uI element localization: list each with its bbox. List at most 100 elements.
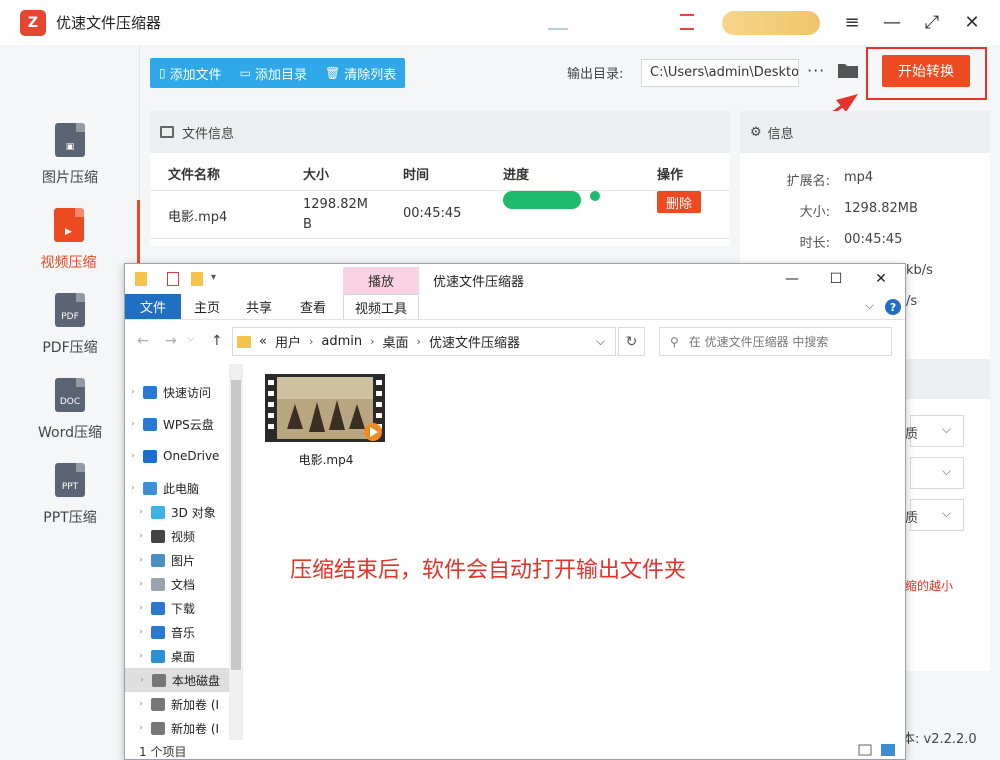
expand-chevron-icon[interactable]: › <box>135 507 147 517</box>
minimize-icon[interactable]: — <box>777 268 807 290</box>
table-row[interactable]: 电影.mp4 1298.82M B 00:45:45 删除 <box>150 191 730 239</box>
sidebar-item-word[interactable]: DOC Word压缩 <box>0 370 140 450</box>
expand-chevron-icon[interactable]: › <box>135 579 147 589</box>
expand-chevron-icon[interactable]: › <box>136 675 148 685</box>
new-folder-icon[interactable] <box>191 272 203 286</box>
chevron-down-icon[interactable]: ⌵ <box>865 298 874 313</box>
resolution-select[interactable]: 质 ⌵ <box>905 499 964 531</box>
expand-chevron-icon[interactable]: › <box>135 555 147 565</box>
info-key: 时长: <box>799 236 830 251</box>
quality-select[interactable]: 质 ⌵ <box>905 415 964 447</box>
expand-chevron-icon[interactable]: › <box>135 603 147 613</box>
maximize-icon[interactable]: ☐ <box>821 268 851 290</box>
refresh-icon[interactable]: ↻ <box>618 327 645 356</box>
expand-chevron-icon[interactable]: › <box>127 387 139 397</box>
up-icon[interactable]: ↑ <box>211 333 223 349</box>
view-toggle-icons[interactable] <box>857 743 897 757</box>
nav-item[interactable]: › 新加卷 (I <box>125 716 229 740</box>
menu-icon[interactable]: ≡ <box>840 10 864 34</box>
close-icon[interactable]: ✕ <box>960 10 984 34</box>
file-explorer-window[interactable]: ▾ 播放 优速文件压缩器 — ☐ ✕ 文件 主页 共享 查看 视频工具 ⌵ ? … <box>124 263 906 760</box>
nav-item[interactable]: › WPS云盘 <box>125 412 229 436</box>
breadcrumb-item[interactable]: 用户 <box>275 332 301 351</box>
nav-item[interactable]: › 视频 <box>125 524 229 548</box>
file-panel-title: 文件信息 <box>182 126 235 142</box>
column-header: 进度 <box>503 168 530 183</box>
nav-item[interactable]: › 文档 <box>125 572 229 596</box>
minimize-icon[interactable]: — <box>880 10 904 34</box>
feedback-icon[interactable] <box>680 14 694 30</box>
breadcrumb-item[interactable]: 桌面 <box>383 332 409 351</box>
nav-item[interactable]: › 快速访问 <box>125 380 229 404</box>
expand-chevron-icon[interactable]: › <box>135 531 147 541</box>
nav-item[interactable]: › 新加卷 (I <box>125 692 229 716</box>
nav-item[interactable]: › 此电脑 <box>125 476 229 500</box>
expand-chevron-icon[interactable]: › <box>135 627 147 637</box>
chevron-down-icon[interactable]: ⌵ <box>596 334 605 349</box>
maximize-icon[interactable]: ⤢ <box>920 10 944 34</box>
compression-note: 缩的越小 <box>905 579 954 593</box>
clear-list-button[interactable]: 🗑 清除列表 <box>316 58 405 88</box>
tab-file[interactable]: 文件 <box>125 294 181 319</box>
format-select[interactable]: ⌵ <box>910 457 964 489</box>
toolbar: ▯ 添加文件 ▭ 添加目录 🗑 清除列表 输出目录: C:\Users\admin\D… <box>140 45 1000 101</box>
more-options-icon[interactable]: ··· <box>807 61 825 80</box>
sidebar-item-video[interactable]: ▶ 视频压缩 <box>0 200 140 280</box>
add-folder-button[interactable]: ▭ 添加目录 <box>231 58 316 88</box>
nav-item[interactable]: › 音乐 <box>125 620 229 644</box>
context-tab-play[interactable]: 播放 <box>343 267 419 294</box>
tab-video-tools[interactable]: 视频工具 <box>343 294 419 319</box>
nav-item[interactable]: › 3D 对象 <box>125 500 229 524</box>
nav-item-label: 本地磁盘 <box>172 673 221 688</box>
nav-item[interactable]: › 图片 <box>125 548 229 572</box>
scrollbar-thumb[interactable] <box>231 380 241 670</box>
start-convert-button[interactable]: 开始转换 <box>882 55 970 87</box>
close-icon[interactable]: ✕ <box>866 268 896 290</box>
address-row: ← → ⌵ ↑ « 用户 › admin › 桌面 › 优速文件压缩器 ⌵ ↻ … <box>125 320 905 364</box>
help-icon[interactable]: ? <box>885 299 901 315</box>
nav-item[interactable]: › 本地磁盘 <box>125 668 229 692</box>
tab-view[interactable]: 查看 <box>291 294 335 319</box>
info-value: kb/s <box>906 263 933 278</box>
expand-chevron-icon[interactable]: › <box>127 451 139 461</box>
expand-chevron-icon[interactable]: › <box>135 723 147 733</box>
nav-item[interactable]: › 桌面 <box>125 644 229 668</box>
nav-item-label: 3D 对象 <box>171 505 216 520</box>
nav-item[interactable]: › OneDrive <box>125 444 229 468</box>
file-item[interactable]: 电影.mp4 <box>265 374 387 468</box>
properties-icon[interactable] <box>167 272 179 286</box>
sidebar-item-image[interactable]: ▣ 图片压缩 <box>0 115 140 195</box>
search-input[interactable]: ⚲ 在 优速文件压缩器 中搜索 <box>659 327 892 356</box>
expand-chevron-icon[interactable]: › <box>135 651 147 661</box>
address-bar[interactable]: « 用户 › admin › 桌面 › 优速文件压缩器 ⌵ <box>232 327 616 356</box>
nav-item[interactable]: › 下载 <box>125 596 229 620</box>
forward-icon[interactable]: → <box>165 333 177 349</box>
customize-icon[interactable]: ▾ <box>211 272 223 286</box>
expand-chevron-icon[interactable]: › <box>127 483 139 493</box>
image-icon <box>160 126 174 138</box>
column-header: 操作 <box>657 168 684 183</box>
open-folder-icon[interactable] <box>837 61 859 79</box>
version-text: 本: v2.2.2.0 <box>902 728 977 747</box>
tab-share[interactable]: 共享 <box>237 294 281 319</box>
drive-icon <box>152 673 166 687</box>
breadcrumb-item[interactable]: 优速文件压缩器 <box>429 332 520 351</box>
add-file-button[interactable]: ▯ 添加文件 <box>150 58 231 88</box>
film-icon <box>151 529 165 543</box>
expand-chevron-icon[interactable]: › <box>127 419 139 429</box>
tab-home[interactable]: 主页 <box>185 294 229 319</box>
nav-scrollbar[interactable] <box>229 364 243 740</box>
breadcrumb-item[interactable]: admin <box>321 334 362 349</box>
recent-icon[interactable]: ⌵ <box>187 333 195 344</box>
skin-icon[interactable] <box>548 16 568 30</box>
app-title: 优速文件压缩器 <box>56 14 162 32</box>
sidebar-item-pdf[interactable]: PDF PDF压缩 <box>0 285 140 365</box>
vip-button[interactable] <box>722 11 820 35</box>
output-dir-input[interactable]: C:\Users\admin\Deskto <box>641 59 799 87</box>
nav-item-label: 下载 <box>171 601 196 616</box>
breadcrumb-overflow[interactable]: « <box>259 334 267 349</box>
back-icon[interactable]: ← <box>137 333 149 349</box>
sidebar-item-ppt[interactable]: PPT PPT压缩 <box>0 455 140 535</box>
expand-chevron-icon[interactable]: › <box>135 699 147 709</box>
delete-button[interactable]: 删除 <box>657 191 701 213</box>
